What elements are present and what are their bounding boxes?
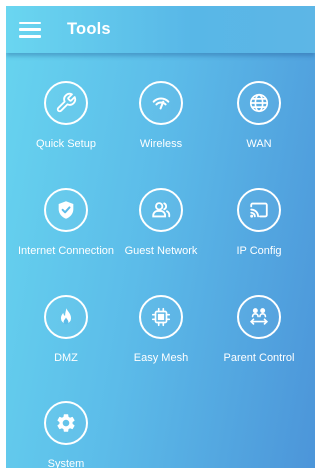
cast-icon [237, 188, 281, 232]
wifi-icon [139, 81, 183, 125]
tool-label: Guest Network [124, 245, 198, 257]
parent-control-icon [237, 295, 281, 339]
page-title: Tools [67, 20, 111, 38]
tool-label: Quick Setup [36, 138, 96, 150]
chip-icon [139, 295, 183, 339]
tool-label: WAN [246, 138, 272, 150]
wrench-icon [44, 81, 88, 125]
tool-label: DMZ [54, 352, 78, 364]
tool-label: Internet Connection [17, 245, 114, 257]
guest-users-icon [139, 188, 183, 232]
tool-label: System [47, 458, 85, 468]
tools-screen: Tools Quick Setup Wireless WAN Internet … [6, 6, 315, 468]
globe-icon [237, 81, 281, 125]
tool-system[interactable]: System [8, 401, 124, 468]
tool-parent-control[interactable]: Parent Control [201, 295, 315, 364]
tool-label: Easy Mesh [133, 352, 189, 364]
app-bar: Tools [6, 6, 315, 53]
tool-label: Parent Control [223, 352, 295, 364]
tool-ip-config[interactable]: IP Config [201, 188, 315, 257]
gear-icon [44, 401, 88, 445]
shield-check-icon [44, 188, 88, 232]
flame-icon [44, 295, 88, 339]
tool-label: IP Config [236, 245, 282, 257]
tool-label: Wireless [139, 138, 183, 150]
tool-wan[interactable]: WAN [201, 81, 315, 150]
hamburger-menu-icon[interactable] [19, 21, 41, 38]
